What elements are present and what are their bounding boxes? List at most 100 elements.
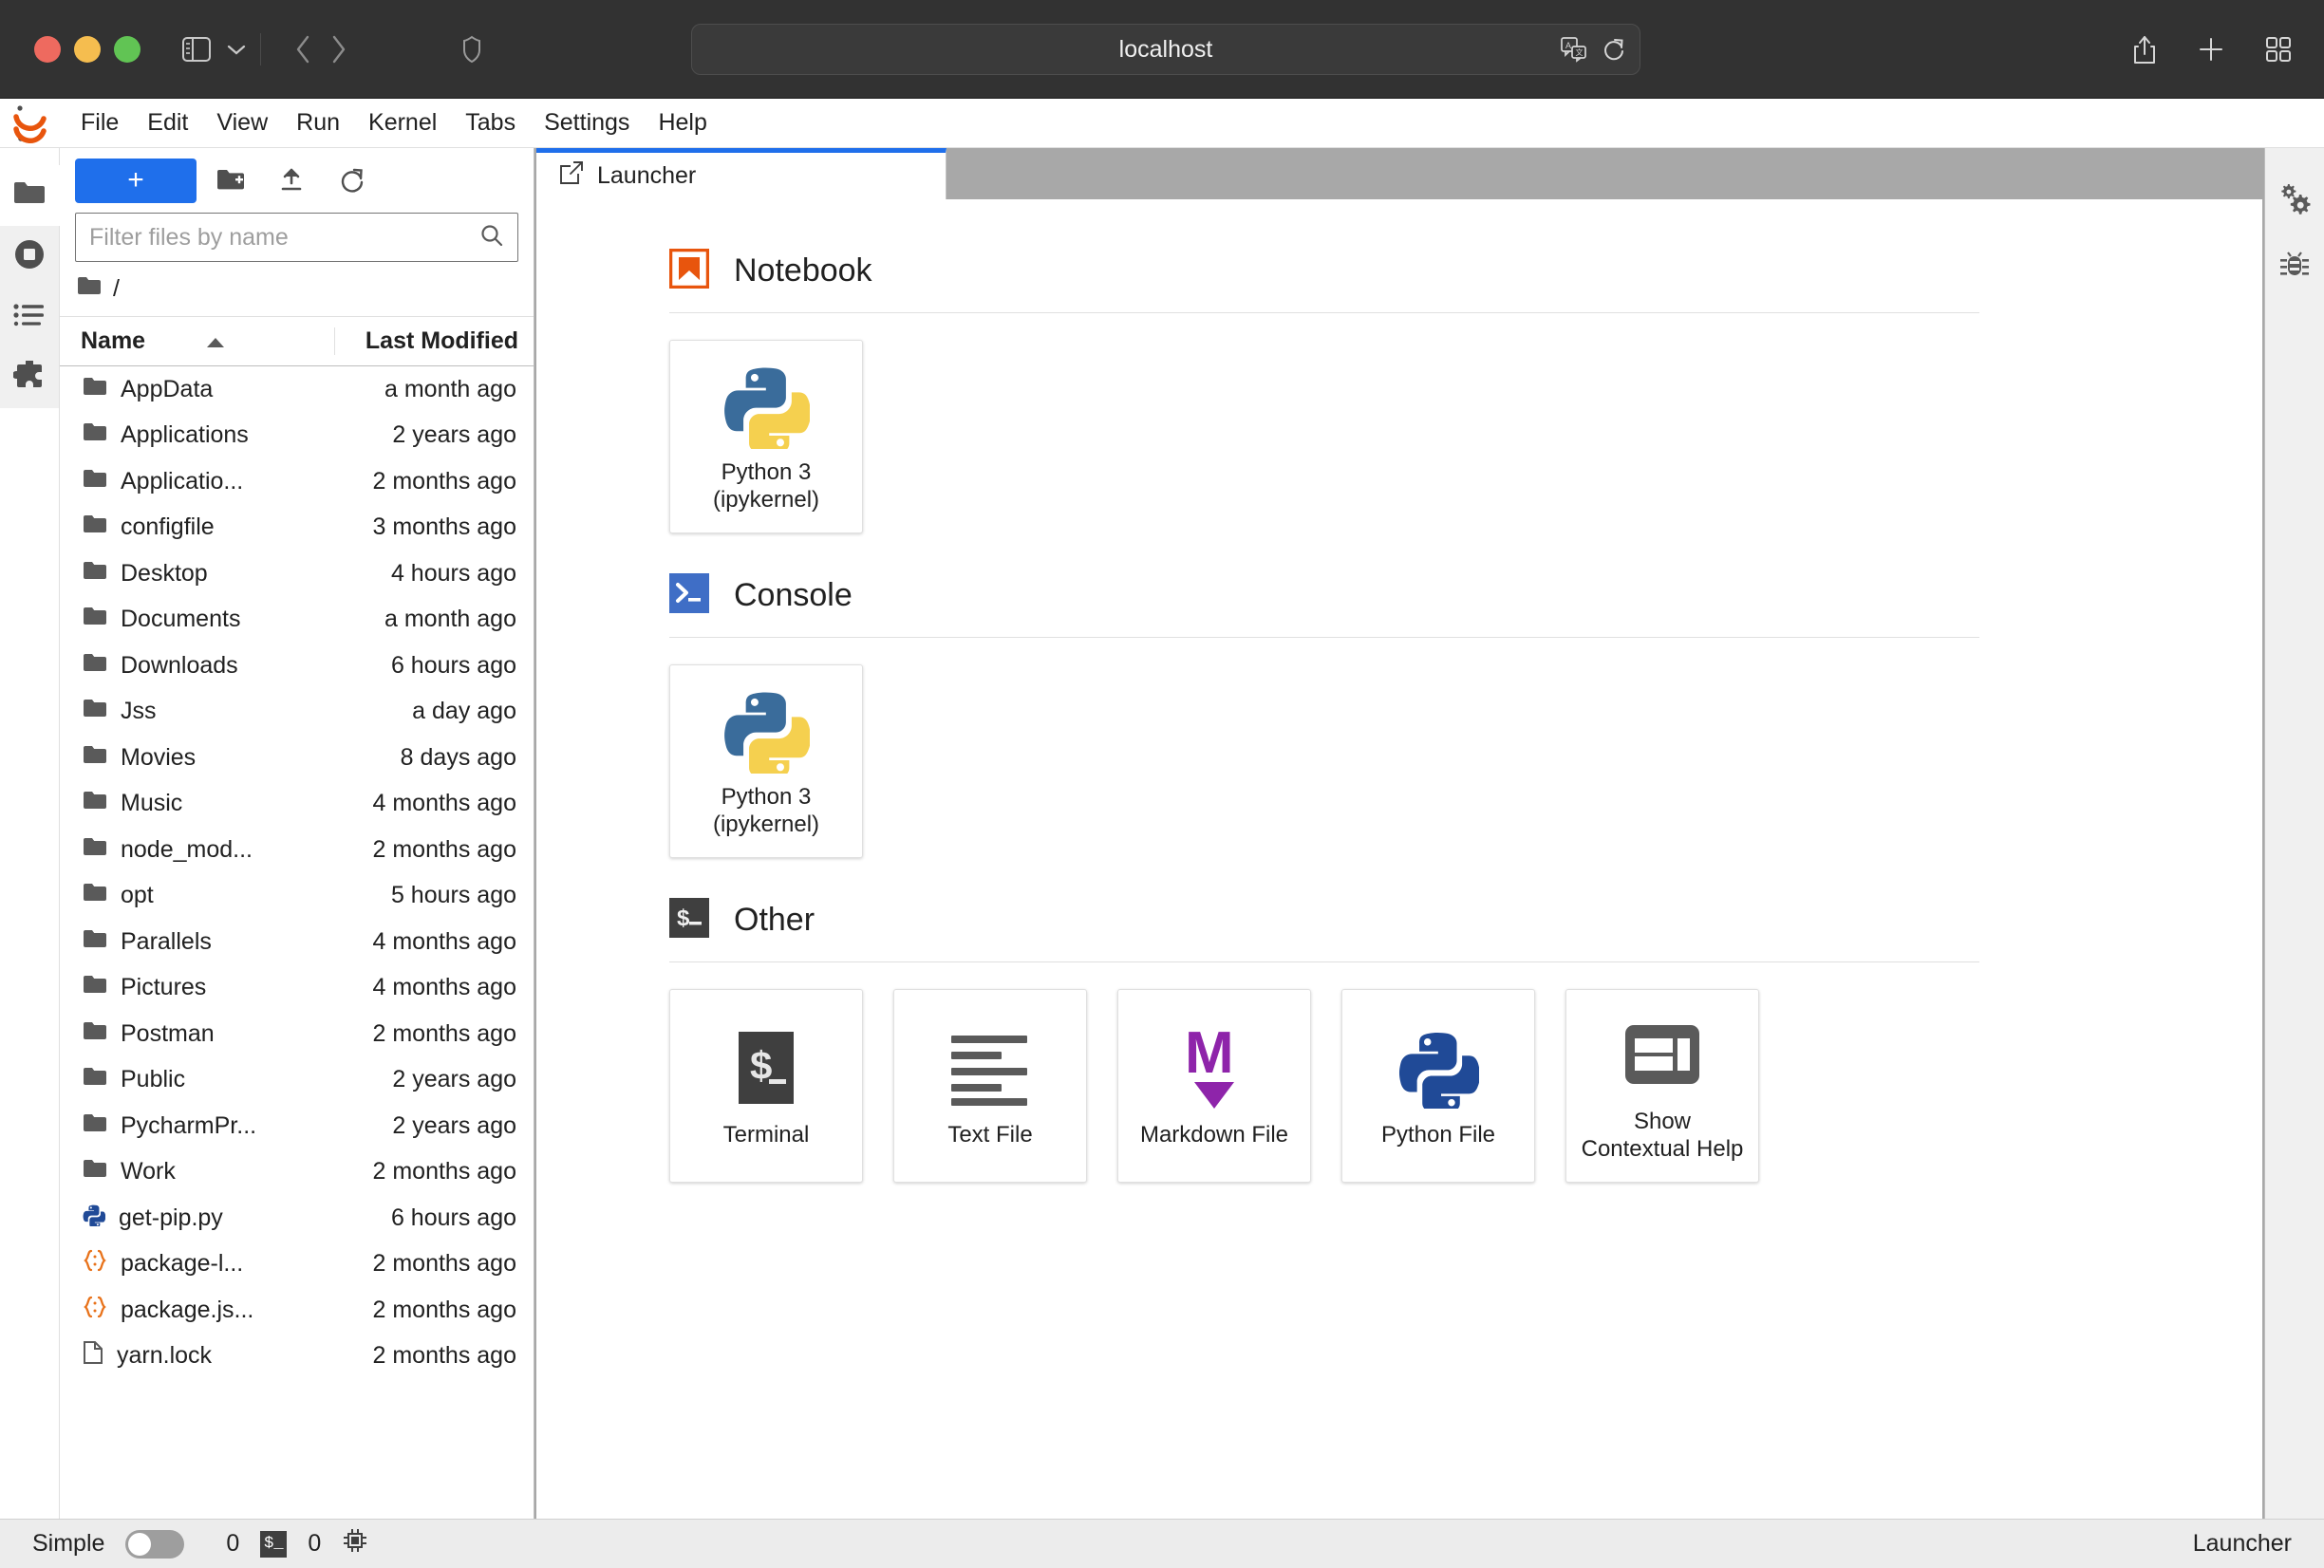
file-list-item[interactable]: Documents a month ago bbox=[60, 597, 534, 644]
menu-kernel[interactable]: Kernel bbox=[354, 105, 451, 140]
file-name: AppData bbox=[121, 375, 214, 402]
menu-run[interactable]: Run bbox=[282, 105, 354, 140]
card-terminal[interactable]: $ Terminal bbox=[669, 989, 863, 1183]
file-list-item[interactable]: Downloads 6 hours ago bbox=[60, 643, 534, 689]
file-name: Music bbox=[121, 790, 183, 817]
file-browser-panel: + Filter files by name / Name Last Modif… bbox=[60, 148, 534, 1519]
jupyter-menubar: File Edit View Run Kernel Tabs Settings … bbox=[0, 99, 2324, 148]
address-bar[interactable]: localhost A 文 bbox=[691, 24, 1640, 75]
file-list-item[interactable]: Postman 2 months ago bbox=[60, 1011, 534, 1057]
folder-icon bbox=[83, 652, 107, 680]
card-python-file[interactable]: Python File bbox=[1341, 989, 1535, 1183]
file-name: Desktop bbox=[121, 559, 208, 587]
menu-file[interactable]: File bbox=[66, 105, 133, 140]
file-list-item[interactable]: Public 2 years ago bbox=[60, 1057, 534, 1104]
sidebar-item-property-inspector[interactable] bbox=[2265, 167, 2324, 233]
file-list-item[interactable]: Music 4 months ago bbox=[60, 781, 534, 828]
translate-icon[interactable]: A 文 bbox=[1560, 36, 1588, 63]
card-show-contextual-help[interactable]: Show Contextual Help bbox=[1565, 989, 1759, 1183]
minimize-window-button[interactable] bbox=[74, 35, 101, 63]
search-input[interactable] bbox=[89, 223, 479, 252]
sidebar-item-running-kernels[interactable] bbox=[0, 226, 60, 287]
sidebar-item-file-browser[interactable] bbox=[0, 165, 60, 226]
file-modified: 4 months ago bbox=[372, 974, 517, 1001]
file-list-header: Name Last Modified bbox=[60, 317, 534, 366]
card-label: Python 3 (ipykernel) bbox=[712, 458, 820, 513]
console-prompt-icon bbox=[669, 573, 709, 618]
section-divider bbox=[669, 961, 1979, 962]
card-markdown-file[interactable]: M Markdown File bbox=[1117, 989, 1311, 1183]
breadcrumb[interactable]: / bbox=[60, 262, 534, 317]
file-modified: 4 months ago bbox=[372, 790, 517, 817]
file-list-item[interactable]: Movies 8 days ago bbox=[60, 735, 534, 781]
new-tab-plus-icon[interactable] bbox=[2197, 35, 2225, 64]
card-text-file[interactable]: Text File bbox=[893, 989, 1087, 1183]
cpu-chip-icon[interactable] bbox=[342, 1527, 368, 1560]
file-list-item[interactable]: Parallels 4 months ago bbox=[60, 919, 534, 965]
file-list-item[interactable]: Work 2 months ago bbox=[60, 1149, 534, 1196]
column-header-name[interactable]: Name bbox=[60, 327, 334, 355]
menu-view[interactable]: View bbox=[202, 105, 282, 140]
file-list-item[interactable]: Applications 2 years ago bbox=[60, 413, 534, 459]
file-list-item[interactable]: Jss a day ago bbox=[60, 689, 534, 736]
card-label: Text File bbox=[947, 1122, 1033, 1148]
generic-file-icon bbox=[83, 1340, 103, 1372]
new-launcher-button[interactable]: + bbox=[75, 158, 197, 203]
sidebar-item-debugger[interactable] bbox=[2265, 233, 2324, 300]
column-header-last-modified[interactable]: Last Modified bbox=[334, 327, 534, 355]
folder-icon bbox=[83, 698, 107, 725]
file-list-item[interactable]: PycharmPr... 2 years ago bbox=[60, 1103, 534, 1149]
forward-arrow-icon[interactable] bbox=[329, 33, 348, 65]
terminal-badge-icon[interactable]: $_ bbox=[260, 1530, 288, 1558]
file-list-item[interactable]: Pictures 4 months ago bbox=[60, 965, 534, 1012]
file-list-item[interactable]: yarn.lock 2 months ago bbox=[60, 1334, 534, 1380]
file-list-item[interactable]: package-l... 2 months ago bbox=[60, 1241, 534, 1288]
file-modified: 2 months ago bbox=[372, 1250, 517, 1278]
back-arrow-icon[interactable] bbox=[293, 33, 312, 65]
menu-help[interactable]: Help bbox=[644, 105, 721, 140]
reload-icon[interactable] bbox=[1602, 36, 1626, 63]
menu-edit[interactable]: Edit bbox=[133, 105, 202, 140]
folder-icon bbox=[83, 1020, 107, 1048]
file-list-item[interactable]: opt 5 hours ago bbox=[60, 873, 534, 920]
launcher-section-notebook: Notebook Python 3 (ipykernel) bbox=[668, 248, 2262, 533]
kernel-count[interactable]: 0 bbox=[226, 1530, 239, 1558]
terminal-dollar-icon: $ bbox=[669, 898, 709, 943]
new-folder-icon[interactable] bbox=[204, 158, 257, 203]
chevron-down-icon[interactable] bbox=[226, 43, 247, 56]
menu-settings[interactable]: Settings bbox=[530, 105, 644, 140]
sidebar-item-table-of-contents[interactable] bbox=[0, 287, 60, 347]
card-notebook-python3[interactable]: Python 3 (ipykernel) bbox=[669, 340, 863, 533]
file-list-item[interactable]: package.js... 2 months ago bbox=[60, 1287, 534, 1334]
sidebar-toggle-icon[interactable] bbox=[182, 36, 211, 62]
file-list[interactable]: AppData a month ago Applications 2 years ag… bbox=[60, 366, 534, 1519]
file-filter-box[interactable] bbox=[75, 213, 518, 262]
refresh-icon[interactable] bbox=[326, 158, 379, 203]
maximize-window-button[interactable] bbox=[114, 35, 141, 63]
file-list-item[interactable]: node_mod... 2 months ago bbox=[60, 827, 534, 873]
card-console-python3[interactable]: Python 3 (ipykernel) bbox=[669, 664, 863, 858]
file-list-item[interactable]: Desktop 4 hours ago bbox=[60, 551, 534, 597]
file-list-item[interactable]: configfile 3 months ago bbox=[60, 505, 534, 551]
close-window-button[interactable] bbox=[34, 35, 61, 63]
share-icon[interactable] bbox=[2132, 33, 2157, 65]
simple-mode-toggle[interactable] bbox=[125, 1529, 185, 1559]
section-title-console: Console bbox=[734, 577, 853, 613]
status-bar: Simple 0 $_ 0 Launcher bbox=[0, 1519, 2324, 1568]
file-modified: 2 months ago bbox=[372, 1158, 517, 1185]
jupyter-body: + Filter files by name / Name Last Modif… bbox=[0, 148, 2324, 1519]
sidebar-item-extension-manager[interactable] bbox=[0, 347, 60, 408]
file-name: Public bbox=[121, 1066, 186, 1093]
file-list-item[interactable]: get-pip.py 6 hours ago bbox=[60, 1195, 534, 1241]
tab-overview-icon[interactable] bbox=[2265, 36, 2292, 63]
file-list-item[interactable]: AppData a month ago bbox=[60, 366, 534, 413]
terminal-count[interactable]: 0 bbox=[308, 1530, 321, 1558]
puzzle-icon bbox=[11, 357, 46, 396]
tab-launcher[interactable]: Launcher bbox=[536, 148, 946, 199]
reader-shield-icon[interactable] bbox=[462, 35, 481, 64]
file-name: Jss bbox=[121, 698, 157, 725]
upload-icon[interactable] bbox=[265, 158, 318, 203]
file-list-item[interactable]: Applicatio... 2 months ago bbox=[60, 458, 534, 505]
menu-tabs[interactable]: Tabs bbox=[451, 105, 530, 140]
file-modified: 2 years ago bbox=[392, 421, 516, 449]
